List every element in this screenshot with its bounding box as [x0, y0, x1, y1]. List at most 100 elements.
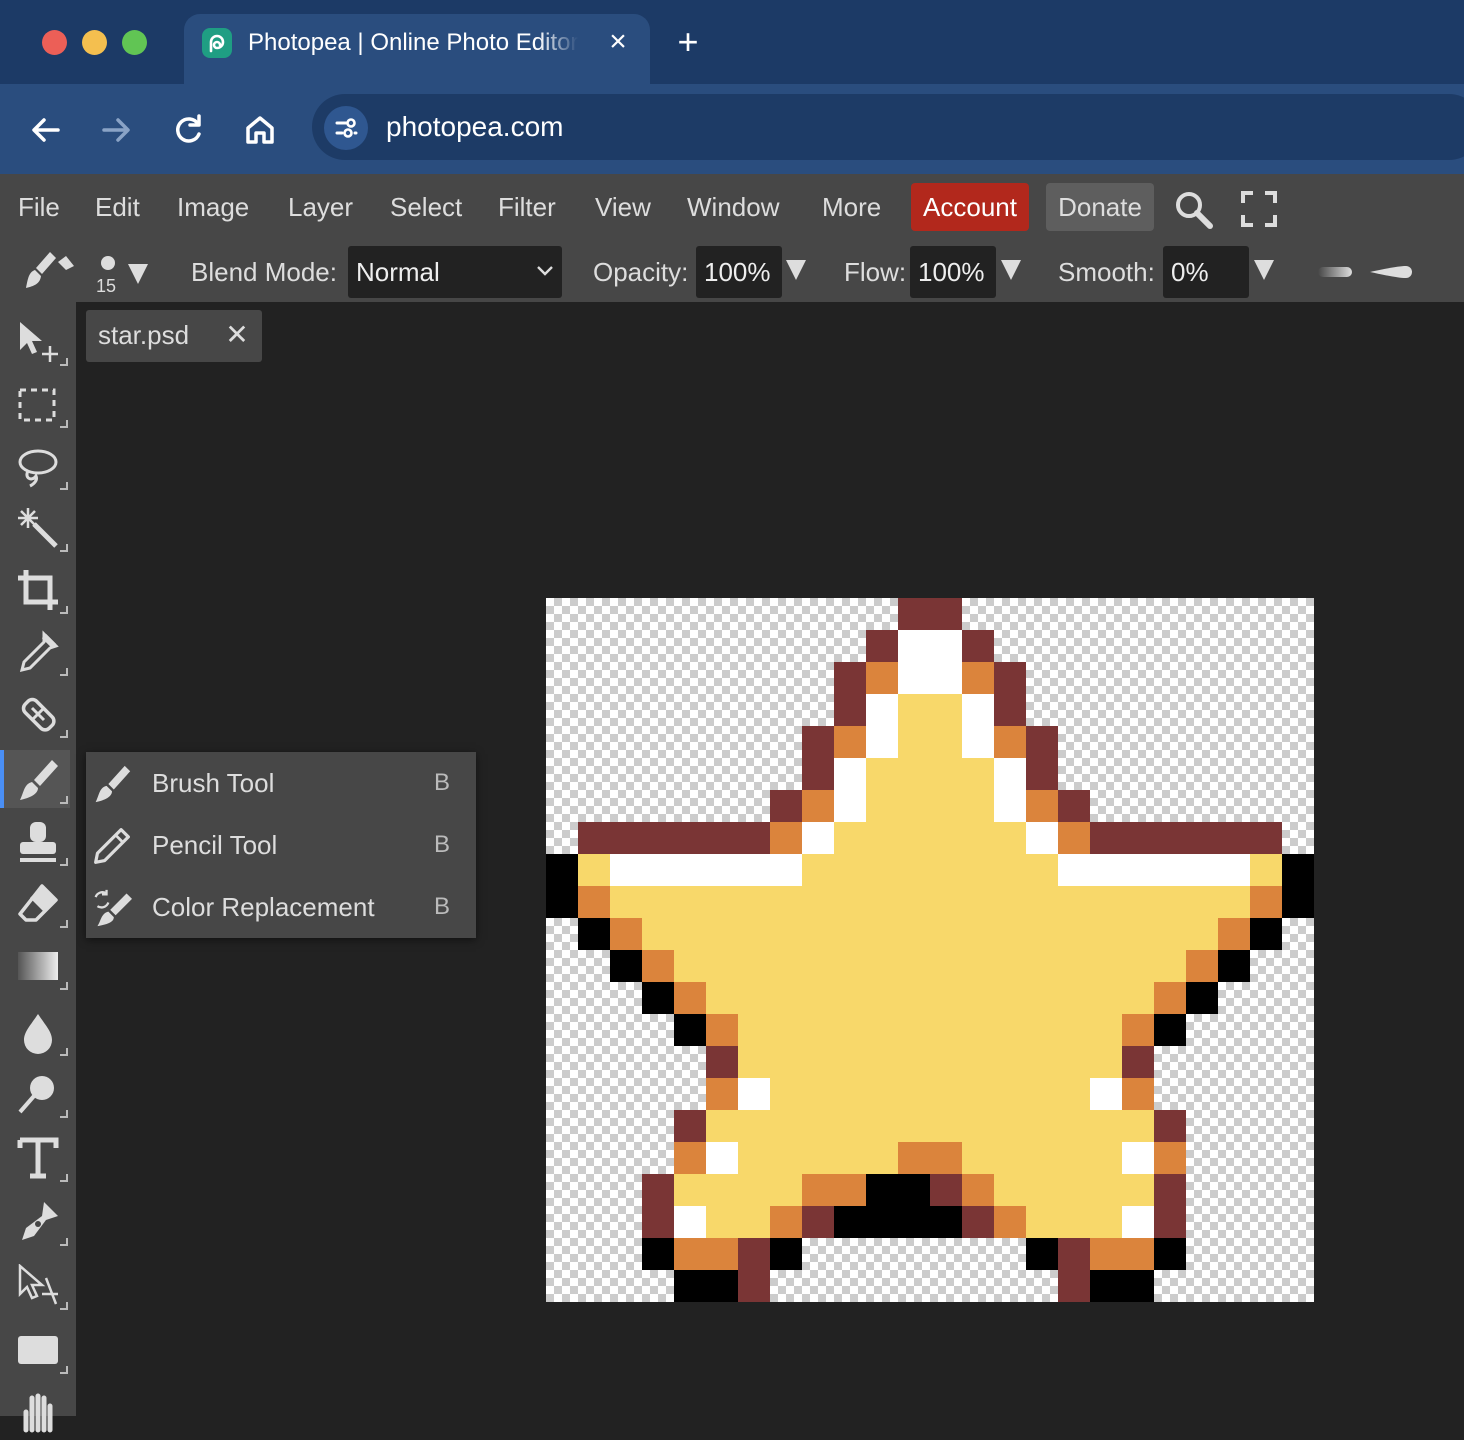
- gradient-icon: [18, 952, 58, 980]
- blend-mode-select[interactable]: Normal: [348, 246, 562, 298]
- pixel: [994, 726, 1026, 758]
- clone-stamp-tool[interactable]: [4, 812, 70, 870]
- brush-size-picker[interactable]: 15: [96, 250, 152, 298]
- pixel: [1218, 854, 1250, 886]
- back-icon[interactable]: [26, 110, 66, 150]
- menu-file[interactable]: File: [18, 186, 60, 228]
- dodge-tool[interactable]: [4, 1064, 70, 1122]
- minimize-window-button[interactable]: [82, 30, 107, 55]
- opacity-dropdown-icon[interactable]: [786, 260, 806, 280]
- smooth-input[interactable]: 0%: [1163, 246, 1249, 298]
- pixel: [1090, 982, 1122, 1014]
- gradient-tool[interactable]: [4, 936, 70, 994]
- rect-select-tool[interactable]: [4, 374, 70, 432]
- account-button[interactable]: Account: [911, 183, 1029, 231]
- eyedropper-tool[interactable]: [4, 622, 70, 680]
- tab-close-icon[interactable]: ×: [602, 26, 634, 58]
- pixel: [1058, 1142, 1090, 1174]
- new-tab-button[interactable]: +: [672, 24, 704, 60]
- pixel: [802, 822, 834, 854]
- browser-tab[interactable]: Photopea | Online Photo Editor ×: [184, 14, 650, 86]
- smooth-label: Smooth:: [1058, 257, 1155, 287]
- menu-more[interactable]: More: [822, 186, 881, 228]
- address-bar[interactable]: photopea.com: [312, 94, 1464, 160]
- eraser-tool[interactable]: [4, 874, 70, 932]
- tool-preset-icon[interactable]: [22, 248, 78, 296]
- site-settings-icon[interactable]: [324, 106, 368, 150]
- path-select-tool[interactable]: [4, 1256, 70, 1314]
- menu-window[interactable]: Window: [687, 186, 779, 228]
- pixel: [1026, 918, 1058, 950]
- pixel: [834, 1206, 866, 1238]
- hand-tool[interactable]: [4, 1382, 70, 1440]
- menu-edit[interactable]: Edit: [95, 186, 140, 228]
- document-close-icon[interactable]: ✕: [222, 318, 252, 352]
- donate-button[interactable]: Donate: [1046, 183, 1154, 231]
- pixel: [1154, 1142, 1186, 1174]
- type-tool[interactable]: [4, 1128, 70, 1186]
- pixel: [834, 886, 866, 918]
- home-icon[interactable]: [240, 110, 280, 150]
- move-tool[interactable]: [4, 312, 70, 370]
- pixel: [898, 1206, 930, 1238]
- search-icon[interactable]: [1172, 188, 1216, 232]
- magic-wand-tool[interactable]: [4, 498, 70, 556]
- flyout-item-pencil-tool[interactable]: Pencil Tool B: [86, 814, 476, 876]
- image-canvas[interactable]: [546, 598, 1314, 1302]
- close-window-button[interactable]: [42, 30, 67, 55]
- brush-tool[interactable]: [0, 750, 70, 808]
- pixel: [930, 1174, 962, 1206]
- pixel: [834, 1078, 866, 1110]
- document-tab[interactable]: star.psd ✕: [86, 310, 262, 362]
- eyedropper-icon: [19, 630, 59, 673]
- flyout-item-brush-tool[interactable]: Brush Tool B: [86, 752, 476, 814]
- pixel: [898, 950, 930, 982]
- flyout-item-color-replacement[interactable]: Color Replacement B: [86, 876, 476, 938]
- pixel: [866, 1110, 898, 1142]
- pixel: [994, 662, 1026, 694]
- forward-icon[interactable]: [96, 110, 136, 150]
- menu-bar: File Edit Image Layer Select Filter View…: [0, 174, 1464, 240]
- crop-tool[interactable]: [4, 560, 70, 618]
- pixel: [1154, 886, 1186, 918]
- pixel: [1090, 950, 1122, 982]
- pixel: [898, 1174, 930, 1206]
- pixel: [930, 790, 962, 822]
- pressure-opacity-icon[interactable]: [1316, 264, 1356, 280]
- flow-input[interactable]: 100%: [910, 246, 996, 298]
- pixel: [1026, 1206, 1058, 1238]
- brush-tools-flyout: Brush Tool B Pencil Tool B Color Replace…: [86, 752, 476, 938]
- pen-tool[interactable]: [4, 1192, 70, 1250]
- pixel: [1122, 1046, 1154, 1078]
- menu-image[interactable]: Image: [177, 186, 249, 228]
- pixel: [930, 822, 962, 854]
- smooth-dropdown-icon[interactable]: [1254, 260, 1274, 280]
- pressure-size-icon[interactable]: [1368, 262, 1416, 282]
- pixel: [898, 662, 930, 694]
- pixel: [802, 1206, 834, 1238]
- blur-tool[interactable]: [4, 1002, 70, 1060]
- flow-dropdown-icon[interactable]: [1001, 260, 1021, 280]
- opacity-input[interactable]: 100%: [696, 246, 782, 298]
- menu-layer[interactable]: Layer: [288, 186, 353, 228]
- pixel: [866, 726, 898, 758]
- pixel: [706, 886, 738, 918]
- fullscreen-icon[interactable]: [1240, 190, 1278, 228]
- maximize-window-button[interactable]: [122, 30, 147, 55]
- pixel: [706, 950, 738, 982]
- pixel: [930, 1078, 962, 1110]
- menu-select[interactable]: Select: [390, 186, 462, 228]
- pixel: [866, 1206, 898, 1238]
- pixel: [962, 982, 994, 1014]
- lasso-tool[interactable]: [4, 436, 70, 494]
- brush-size-dropdown-icon: [128, 264, 148, 284]
- rectangle-tool[interactable]: [4, 1320, 70, 1378]
- pixel: [802, 1142, 834, 1174]
- healing-tool[interactable]: [4, 684, 70, 742]
- pixel: [962, 1142, 994, 1174]
- menu-view[interactable]: View: [595, 186, 651, 228]
- menu-filter[interactable]: Filter: [498, 186, 556, 228]
- pixel: [1026, 854, 1058, 886]
- pixel: [1122, 1014, 1154, 1046]
- reload-icon[interactable]: [168, 110, 208, 150]
